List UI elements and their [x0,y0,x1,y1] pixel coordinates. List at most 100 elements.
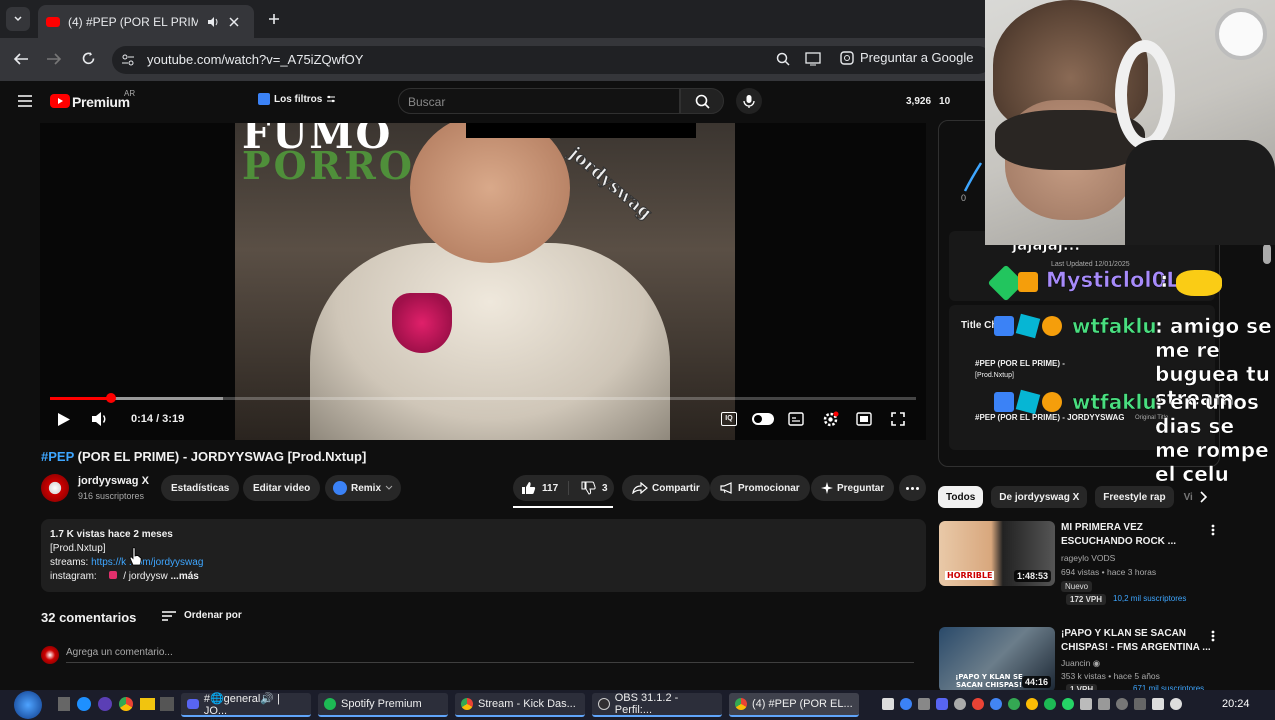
chevron-right-icon[interactable] [1199,491,1207,503]
webcam-overlay [985,0,1275,245]
ask-button[interactable]: Preguntar [811,475,895,501]
description-views-date: 1.7 K vistas hace 2 meses [50,529,173,540]
chip-freestyle[interactable]: Freestyle rap [1095,486,1174,508]
related-channel-1[interactable]: rageylo VODS [1061,551,1115,565]
related-title-1[interactable]: MI PRIMERA VEZ ESCUCHANDO ROCK ... [1061,521,1211,549]
spotify-icon [324,698,336,710]
tray-icon-6[interactable] [972,698,984,710]
taskbar-discord[interactable]: #🌐general🔊 | JO... [181,693,311,717]
chip-todos[interactable]: Todos [938,486,984,508]
tray-icon-4[interactable] [936,698,948,710]
autoplay-toggle[interactable] [752,413,774,425]
description-more[interactable]: ...más [170,571,198,582]
chip-partial[interactable]: Vi [1182,486,1195,508]
chat-msg-2-text: en unos dias se me rompe el celu [1155,390,1269,487]
share-button[interactable]: Compartir [622,475,710,501]
taskbar-pinned-2-icon[interactable] [160,697,174,711]
share-label: Compartir [652,482,700,494]
streams-link[interactable]: https://k .com/jordyyswag [91,557,203,568]
channel-avatar[interactable] [41,474,69,502]
subtitles-icon[interactable] [788,412,804,426]
more-vertical-icon[interactable] [1211,524,1215,536]
play-icon[interactable] [57,412,71,427]
file-explorer-icon[interactable] [140,698,155,710]
video-player[interactable]: FUMO PORRO jordyswag 0:14 / 3:19 IQ [40,123,926,440]
related-thumb-1[interactable]: HORRIBLE 1:48:53 [939,521,1055,586]
tray-icon-14[interactable] [1116,698,1128,710]
tray-icon-15[interactable] [1134,698,1146,710]
edge-icon[interactable] [77,697,91,711]
edit-video-button[interactable]: Editar video [243,475,321,501]
scrollbar-thumb[interactable] [1263,244,1271,264]
network-tray-icon[interactable] [1170,698,1182,710]
tray-icon-5[interactable] [954,698,966,710]
back-arrow-icon[interactable] [13,52,29,66]
taskbar-obs[interactable]: OBS 31.1.2 - Perfil:... [592,692,722,717]
reload-icon[interactable] [81,51,96,66]
taskbar-spotify[interactable]: Spotify Premium [318,693,448,717]
scrubber-handle[interactable] [105,393,116,403]
channel-name[interactable]: jordyyswag X [78,475,149,487]
tray-icon-10[interactable] [1044,698,1056,710]
settings-gear-icon[interactable] [822,411,839,428]
tray-icon-7[interactable] [990,698,1002,710]
tray-icon-12[interactable] [1080,698,1092,710]
ask-google-button[interactable]: Preguntar a Google [840,50,973,65]
url-text[interactable]: youtube.com/watch?v=_A75iZQwfOY [147,52,363,67]
instagram-value[interactable]: / jordyysw [123,571,167,582]
tray-icon-8[interactable] [1008,698,1020,710]
stats-button[interactable]: Estadísticas [161,475,240,501]
forward-arrow-icon[interactable] [46,52,62,66]
youtube-premium-logo[interactable]: Premium [72,94,130,110]
remix-button[interactable]: Remix [325,475,401,501]
comment-input-underline [66,662,914,663]
taskbar-pinned-1-icon[interactable] [58,697,70,711]
youtube-logo-icon[interactable] [50,94,70,108]
tray-icon-2[interactable] [900,698,912,710]
related-title-2[interactable]: ¡PAPO Y KLAN SE SACAN CHISPAS! - FMS ARG… [1061,627,1211,655]
volume-icon[interactable] [91,411,109,427]
tab-search-button[interactable] [6,7,30,31]
extension-player-icon[interactable]: IQ [721,412,737,426]
taskbar-clock[interactable]: 20:24 [1222,698,1250,710]
chevron-down-icon [14,16,22,22]
hamburger-menu-icon[interactable] [18,95,32,107]
comment-input[interactable]: Agrega un comentario... [66,647,173,658]
taskbar-youtube[interactable]: (4) #PEP (POR EL... [729,693,859,717]
new-tab-button[interactable] [264,9,284,29]
app-icon[interactable] [98,697,112,711]
more-vertical-icon-2[interactable] [1211,630,1215,642]
search-button[interactable] [680,88,724,114]
zoom-search-icon[interactable] [776,52,790,66]
tray-icon-13[interactable] [1098,698,1110,710]
close-tab-icon[interactable] [228,16,240,28]
tray-icon-11[interactable] [1062,698,1074,710]
taskbar-stream[interactable]: Stream - Kick Das... [455,693,585,717]
volume-tray-icon[interactable] [1152,698,1164,710]
chat-title-ch: Title Ch [961,320,998,331]
video-title-hashtag[interactable]: #PEP [41,449,74,464]
related-channel-2[interactable]: Juancin ◉ [1061,656,1100,670]
theater-mode-icon[interactable] [856,412,872,426]
cast-icon[interactable] [805,52,821,66]
related-meta-2: 353 k vistas • hace 5 años [1061,671,1160,681]
sort-comments-button[interactable]: Ordenar por [162,610,242,621]
speaker-icon[interactable] [206,15,220,29]
tray-icon-1[interactable] [882,698,894,710]
filters-button[interactable]: Los filtros [258,93,336,105]
tray-icon-3[interactable] [918,698,930,710]
chip-channel[interactable]: De jordyyswag X [991,486,1088,508]
chrome-icon[interactable] [119,697,133,711]
start-button[interactable] [14,691,42,719]
related-thumb-2[interactable]: ¡PAPO Y KLAN SE SACAN CHISPAS! 44:16 [939,627,1055,692]
tab-youtube[interactable]: (4) #PEP (POR EL PRIME) - J [38,5,254,38]
tray-icon-9[interactable] [1026,698,1038,710]
site-settings-icon[interactable] [121,53,135,67]
taskbar-discord-label: #🌐general🔊 | JO... [203,692,280,717]
more-actions-button[interactable] [899,475,926,501]
fullscreen-icon[interactable] [891,412,905,426]
voice-search-button[interactable] [736,88,762,114]
dislike-button[interactable]: 3 [573,481,608,495]
like-button[interactable]: 117 [513,481,569,495]
promote-button[interactable]: Promocionar [710,475,810,501]
